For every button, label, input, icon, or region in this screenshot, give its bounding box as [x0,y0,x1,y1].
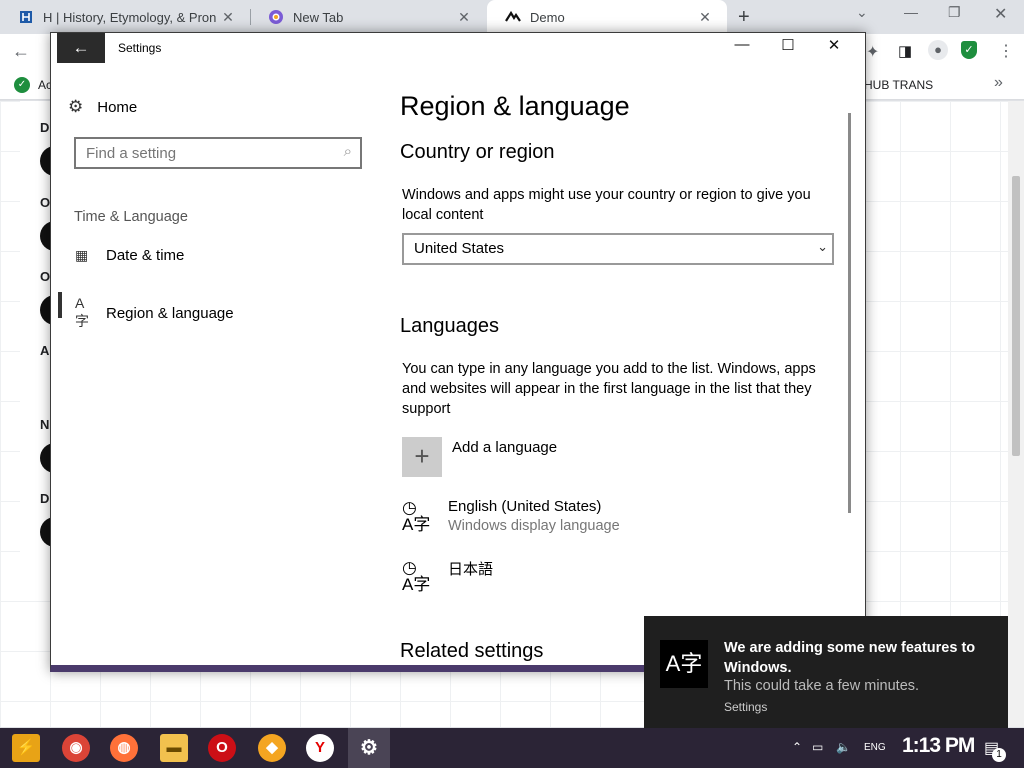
calendar-clock-icon: ▦ [75,247,89,263]
restore-icon[interactable]: ❐ [948,4,961,21]
language-name[interactable]: 日本語 [448,558,493,579]
nav-item-label: Region & language [106,304,234,322]
start-button-icon[interactable]: ⚡ [12,734,40,762]
nav-item-region-language[interactable]: A字 Region & language [75,295,234,331]
tab-search-icon[interactable]: ⌄ [856,4,868,21]
browser-tab-bar: H | History, Etymology, & Pron ✕ New Tab… [0,0,1024,34]
page-letter: D [40,120,50,135]
maximize-button[interactable]: ☐ [765,36,811,60]
minimize-button[interactable]: — [719,36,765,60]
notification-count-badge: 1 [992,748,1006,762]
add-language-button[interactable]: + [402,437,442,477]
chevron-double-right-icon[interactable]: » [994,74,1003,92]
settings-window: ← Settings — ☐ ✕ ⚙ Home Find a setting ⌕… [50,32,866,672]
tab-history[interactable]: H | History, Etymology, & Pron ✕ [0,0,250,34]
language-icon: ◷ A字 [402,498,431,534]
more-menu-icon[interactable]: ⋮ [998,41,1014,61]
demo-logo-icon [505,10,521,22]
yandex-icon[interactable]: Y [306,734,334,762]
browser-logo-icon [269,10,283,24]
settings-gear-icon[interactable]: ⚙ [355,734,383,762]
settings-scrollbar[interactable] [848,113,851,513]
country-heading: Country or region [400,141,555,163]
search-placeholder: Find a setting [86,145,177,162]
britannica-icon [20,11,32,23]
language-indicator[interactable]: ENG [864,742,886,753]
page-letter: N [40,417,50,432]
close-icon[interactable]: ✕ [220,9,236,26]
minimize-icon[interactable]: — [904,4,918,20]
shield-extension-icon[interactable]: ✓ [961,41,977,59]
page-letter: A [40,343,50,358]
window-title: Settings [118,41,162,55]
language-icon: A字 [660,640,708,688]
page-letter: O [40,269,51,284]
nav-active-indicator [58,292,62,318]
related-settings-heading: Related settings [400,640,544,662]
tab-title: H | History, Etymology, & Pron [43,9,217,25]
settings-title-bar: ← Settings — ☐ ✕ [51,33,865,63]
page-title: Region & language [400,91,630,121]
country-value: United States [414,240,505,257]
tab-title: Demo [530,9,565,25]
network-icon[interactable]: ▭ [812,740,823,754]
gear-icon: ⚙ [68,97,84,116]
nav-item-date-time[interactable]: ▦ Date & time [75,247,184,264]
toast-source: Settings [724,700,768,714]
nav-item-label: Date & time [106,247,185,264]
find-setting-input[interactable]: Find a setting ⌕ [74,137,362,169]
toast-body: This could take a few minutes. [724,678,920,694]
tab-new-tab[interactable]: New Tab ✕ [250,0,486,34]
plus-icon: + [414,441,430,471]
toast-title: We are adding some new features to Windo… [724,640,976,676]
back-button[interactable]: ← [57,33,105,63]
opera-icon[interactable]: O [208,734,236,762]
close-window-icon[interactable]: ✕ [994,4,1007,24]
toast-notification[interactable]: A字 We are adding some new features to Wi… [644,616,1008,728]
add-language-label[interactable]: Add a language [452,439,557,456]
language-subtitle: Windows display language [448,518,620,534]
language-name[interactable]: English (United States) [448,498,601,515]
languages-heading: Languages [400,315,499,337]
side-panel-icon[interactable]: ◨ [898,42,912,60]
country-description: Windows and apps might use your country … [402,187,811,223]
search-icon: ⌕ [343,143,352,160]
clock[interactable]: 1:13 PM [902,734,975,758]
nav-home[interactable]: ⚙ Home [68,97,137,117]
chrome-icon[interactable]: ◉ [62,734,90,762]
nav-home-label: Home [97,98,138,116]
taskbar: ⚡ ◉ ◍ ▬ O ◆ Y ⚙ ⌃ ▭ 🔈 ENG 1:13 PM ▤ 1 [0,728,1024,768]
language-icon: A字 [75,295,89,329]
chevron-up-icon[interactable]: ⌃ [792,740,802,754]
new-tab-button[interactable]: + [738,6,750,29]
back-arrow-icon: ← [72,38,90,57]
profile-avatar[interactable]: ● [928,40,948,60]
tab-title: New Tab [293,9,344,25]
close-icon[interactable]: ✕ [456,9,472,26]
tab-demo[interactable]: Demo ✕ [487,0,727,34]
page-letter: D [40,491,50,506]
languages-description: You can type in any language you add to … [402,361,816,417]
page-letter: O [40,195,51,210]
page-scrollbar[interactable] [1008,101,1024,727]
volume-icon[interactable]: 🔈 [836,740,851,754]
language-icon: ◷ A字 [402,558,431,594]
close-icon[interactable]: ✕ [697,9,713,26]
chevron-down-icon: ⌄ [817,239,828,254]
bookmark-item[interactable]: HUB TRANS [864,78,933,92]
bookmark-favicon: ✓ [14,77,30,93]
extensions-icon[interactable]: ✦ [866,42,879,62]
file-explorer-icon[interactable]: ▬ [160,734,188,762]
back-arrow-icon[interactable]: ← [12,41,30,62]
nav-section-title: Time & Language [74,209,188,225]
close-button[interactable]: ✕ [811,36,857,60]
firefox-icon[interactable]: ◍ [110,734,138,762]
country-dropdown[interactable]: United States ⌄ [402,233,834,265]
browser-app-icon[interactable]: ◆ [258,734,286,762]
